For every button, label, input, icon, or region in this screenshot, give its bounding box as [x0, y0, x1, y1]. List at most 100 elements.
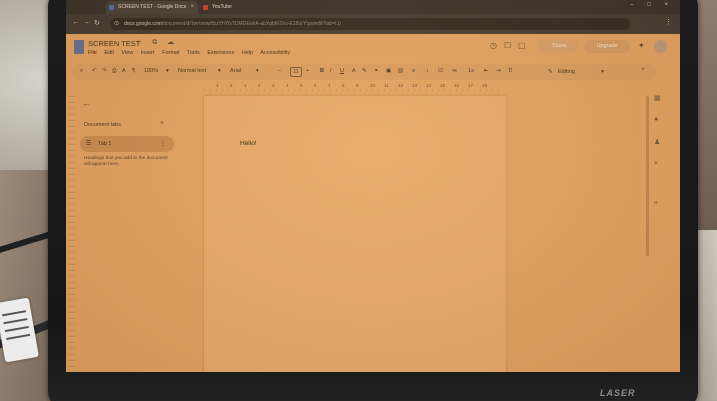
back-arrow-icon[interactable]: ←: [82, 98, 91, 108]
reload-icon[interactable]: ↻: [94, 19, 100, 27]
add-addon-icon[interactable]: +: [654, 200, 658, 207]
ruler-number: 14: [426, 83, 432, 88]
ruler-number: 5: [300, 83, 303, 88]
bulleted-list-icon[interactable]: •≡: [452, 68, 457, 74]
panel-title: Document tabs: [84, 122, 121, 128]
maps-icon[interactable]: ⌖: [654, 160, 658, 168]
ruler-number: 1: [216, 83, 219, 88]
underline-icon[interactable]: U: [340, 68, 344, 74]
ruler-number: 15: [440, 83, 446, 88]
document-page[interactable]: Hello!: [204, 96, 506, 372]
redo-icon[interactable]: ↷: [102, 68, 107, 74]
close-icon[interactable]: ×: [190, 1, 194, 14]
toolbar: ⌕ ↶ ↷ ⎙ A ¶ 100% ▾ Normal text ▾ Arial ▾…: [72, 64, 656, 80]
search-icon[interactable]: ⌕: [80, 68, 83, 75]
spellcheck-icon[interactable]: A: [122, 68, 126, 74]
menu-insert[interactable]: Insert: [141, 50, 155, 56]
menu-edit[interactable]: Edit: [104, 50, 113, 56]
window-controls[interactable]: – □ ×: [630, 2, 674, 8]
ruler-number: 10: [370, 83, 376, 88]
back-icon[interactable]: ←: [72, 19, 79, 26]
menu-extensions[interactable]: Extensions: [207, 50, 234, 56]
chevron-down-icon: ▾: [256, 68, 259, 74]
keep-icon[interactable]: ●: [654, 116, 658, 123]
increase-indent-icon[interactable]: ⇥: [496, 68, 501, 74]
comment-icon[interactable]: ☐: [504, 41, 511, 50]
menu-format[interactable]: Format: [162, 50, 179, 56]
site-info-icon[interactable]: ⊙: [114, 18, 119, 30]
chevron-down-icon: ▾: [218, 68, 221, 74]
contacts-icon[interactable]: ♟: [654, 138, 660, 146]
menu-tools[interactable]: Tools: [187, 50, 200, 56]
header-actions: ◷ ☐ ▢ Share Upgrade ✦: [490, 38, 674, 56]
checklist-icon[interactable]: ☑: [438, 68, 443, 74]
text-color-icon[interactable]: A: [352, 68, 356, 74]
decrease-font-icon[interactable]: −: [278, 68, 281, 74]
horizontal-ruler[interactable]: 1 2 1 2 3 4 5 6 7 8 9 10 11 12 13 14 15 16 17 18: [204, 82, 504, 92]
increase-font-icon[interactable]: +: [306, 68, 309, 74]
zoom-select[interactable]: 100%: [144, 68, 158, 74]
style-select[interactable]: Normal text: [178, 68, 206, 74]
ruler-number: 6: [314, 83, 317, 88]
browser-menu-icon[interactable]: ⋮: [665, 18, 672, 26]
browser-tab-strip: SCREEN TEST - Google Docs × YouTube – □ …: [66, 0, 680, 14]
forward-icon[interactable]: →: [83, 19, 90, 26]
document-title[interactable]: SCREEN TEST: [88, 39, 140, 48]
meet-icon[interactable]: ▢: [518, 41, 526, 50]
add-comment-icon[interactable]: ▣: [386, 68, 391, 74]
print-icon[interactable]: ⎙: [112, 68, 116, 75]
menu-accessibility[interactable]: Accessibility: [260, 50, 290, 56]
menu-view[interactable]: View: [121, 50, 133, 56]
undo-icon[interactable]: ↶: [92, 68, 97, 74]
clear-formatting-icon[interactable]: T̸: [508, 68, 511, 74]
browser-tab-docs[interactable]: SCREEN TEST - Google Docs ×: [106, 1, 198, 14]
numbered-list-icon[interactable]: 1≡: [468, 68, 474, 74]
add-tab-icon[interactable]: +: [160, 120, 164, 127]
url-host: docs.google.com: [124, 21, 162, 27]
image-icon[interactable]: ▨: [398, 68, 403, 74]
ruler-number: 11: [384, 83, 389, 88]
decrease-indent-icon[interactable]: ⇤: [484, 68, 489, 74]
ruler-number: 4: [286, 83, 289, 88]
docs-logo-icon[interactable]: [74, 40, 84, 54]
font-size-input[interactable]: 11: [290, 67, 302, 77]
menu-help[interactable]: Help: [242, 50, 253, 56]
ruler-number: 1: [244, 83, 247, 88]
italic-icon[interactable]: I: [330, 68, 332, 74]
font-select[interactable]: Arial: [230, 68, 241, 74]
align-icon[interactable]: ≡: [412, 68, 415, 74]
ruler-number: 9: [356, 83, 359, 88]
menu-bar: File Edit View Insert Format Tools Exten…: [88, 50, 296, 56]
ruler-number: 2: [258, 83, 261, 88]
vertical-ruler[interactable]: [69, 96, 75, 372]
ruler-number: 13: [412, 83, 418, 88]
browser-tab-youtube[interactable]: YouTube: [200, 1, 260, 14]
docs-favicon-icon: [109, 5, 114, 10]
history-icon[interactable]: ◷: [490, 41, 497, 50]
chevron-down-icon: ▾: [601, 69, 604, 75]
scrollbar[interactable]: [646, 96, 649, 256]
ruler-number: 3: [272, 83, 275, 88]
highlight-icon[interactable]: ✎: [362, 68, 367, 74]
gemini-icon[interactable]: ✦: [638, 41, 645, 50]
line-spacing-icon[interactable]: ↕: [426, 68, 429, 74]
document-tab-item[interactable]: ☰ Tab 1 ⋮: [80, 136, 174, 152]
bold-icon[interactable]: B: [320, 68, 324, 74]
menu-file[interactable]: File: [88, 50, 97, 56]
avatar[interactable]: [654, 40, 667, 53]
ruler-number: 8: [342, 83, 345, 88]
upgrade-button[interactable]: Upgrade: [584, 40, 630, 53]
url-input[interactable]: ⊙ docs.google.com/document/d/1wrnmwr8zzY…: [110, 18, 630, 30]
docs-header: SCREEN TEST ☆ ⧉ ☁ File Edit View Insert …: [66, 34, 680, 62]
editing-mode-select[interactable]: ✎ Editing ▾: [548, 67, 608, 77]
ruler-number: 16: [454, 83, 460, 88]
more-options-icon[interactable]: ⋮: [160, 136, 166, 152]
link-icon[interactable]: ⚭: [374, 68, 379, 74]
paint-format-icon[interactable]: ¶: [132, 68, 135, 74]
calendar-icon[interactable]: ▦: [654, 94, 661, 102]
document-body-text[interactable]: Hello!: [240, 140, 257, 147]
title-actions-icons[interactable]: ☆ ⧉ ☁: [136, 38, 178, 47]
pencil-icon: ✎: [548, 69, 553, 75]
collapse-toolbar-icon[interactable]: ⌃: [640, 67, 646, 75]
share-button[interactable]: Share: [538, 40, 578, 53]
